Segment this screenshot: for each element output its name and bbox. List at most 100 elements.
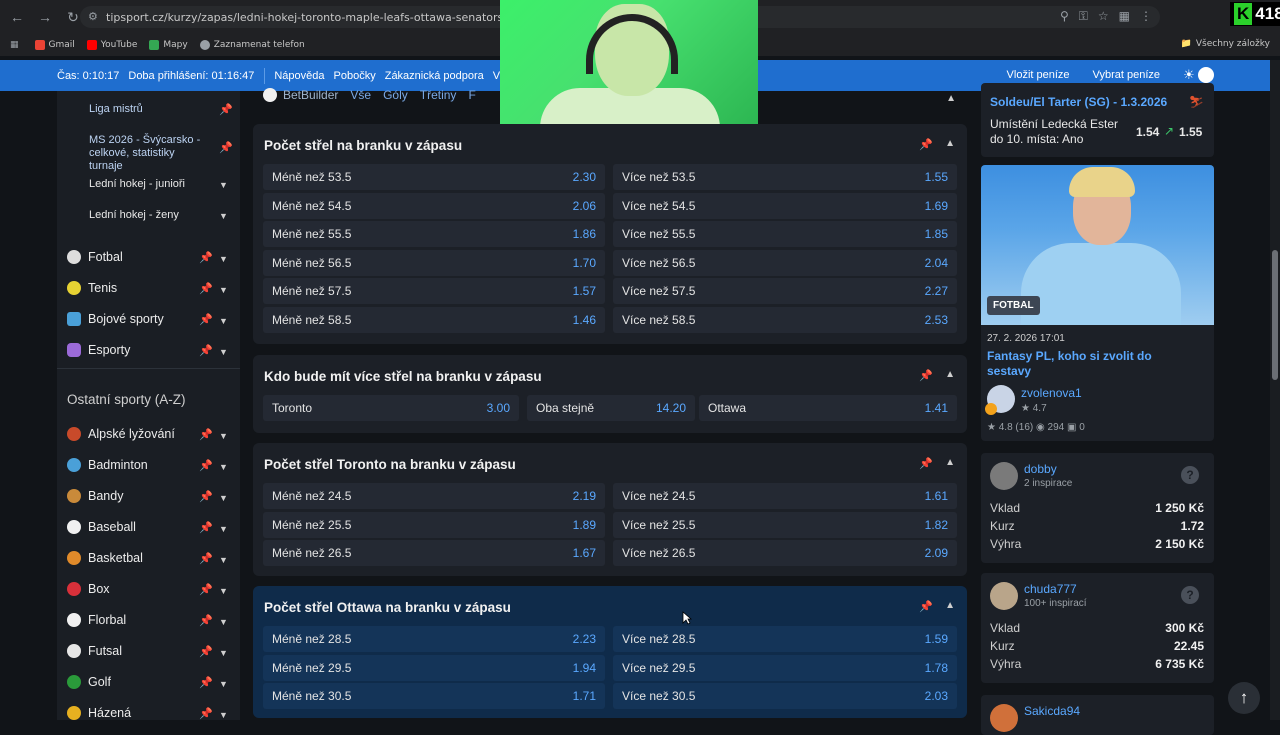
sidebar-item-football[interactable]: Fotbal bbox=[67, 250, 123, 264]
pin-icon[interactable]: 📌 bbox=[199, 676, 213, 689]
pin-icon[interactable]: 📌 bbox=[199, 344, 213, 357]
pin-icon[interactable]: 📌 bbox=[199, 521, 213, 534]
extensions-icon[interactable]: ▦ bbox=[1119, 9, 1130, 24]
chevron-up-icon[interactable]: ▲ bbox=[945, 138, 955, 149]
pin-icon[interactable]: 📌 bbox=[919, 457, 933, 470]
odds-button[interactable]: Méně než 30.5 1.71 bbox=[263, 683, 605, 709]
withdraw-link[interactable]: Vybrat peníze bbox=[1093, 69, 1160, 81]
tipster-card[interactable]: dobby 2 inspirace? Vklad 1 250 Kč Kurz 1.72 Vý… bbox=[981, 453, 1214, 563]
star-icon[interactable]: ☆ bbox=[1098, 9, 1109, 24]
bookmark-youtube[interactable]: YouTube bbox=[86, 40, 137, 50]
pin-icon[interactable]: 📌 bbox=[919, 369, 933, 382]
odds-button[interactable]: Více než 58.5 2.53 bbox=[613, 306, 957, 333]
odds-button[interactable]: Více než 29.5 1.78 bbox=[613, 654, 957, 681]
pin-icon[interactable]: 📌 bbox=[219, 141, 233, 154]
tipster-name[interactable]: Sakicda94 bbox=[1024, 704, 1080, 718]
tipster-card[interactable]: Sakicda94 bbox=[981, 695, 1214, 735]
pin-icon[interactable]: 📌 bbox=[219, 103, 233, 116]
sidebar-item-other-sport[interactable]: Baseball bbox=[67, 520, 136, 534]
apps-icon[interactable]: ▦ bbox=[10, 40, 19, 50]
chevron-down-icon[interactable]: ▼ bbox=[219, 617, 228, 627]
odds-button[interactable]: Více než 56.5 2.04 bbox=[613, 249, 957, 276]
odds-button[interactable]: Méně než 56.5 1.70 bbox=[263, 249, 605, 276]
odds-button[interactable]: Méně než 28.5 2.23 bbox=[263, 626, 605, 652]
odds-button[interactable]: Více než 54.5 1.69 bbox=[613, 192, 957, 219]
tab-goals[interactable]: Góly bbox=[383, 88, 408, 102]
forward-icon[interactable]: → bbox=[34, 6, 56, 28]
odds-button[interactable]: Méně než 29.5 1.94 bbox=[263, 654, 605, 681]
all-bookmarks[interactable]: 📁 Všechny záložky bbox=[1181, 39, 1270, 49]
sidebar-subitem-liga-mistru[interactable]: Liga mistrů bbox=[89, 103, 143, 115]
pin-icon[interactable]: 📌 bbox=[199, 459, 213, 472]
bookmark-gmail[interactable]: Gmail bbox=[34, 40, 75, 50]
sidebar-subitem-ms2026[interactable]: MS 2026 - Švýcarsko - celkové, statistik… bbox=[89, 134, 209, 173]
pin-icon[interactable]: 📌 bbox=[199, 614, 213, 627]
chevron-down-icon[interactable]: ▼ bbox=[219, 180, 228, 190]
theme-toggle[interactable]: ☀ bbox=[1174, 67, 1214, 84]
odds-button[interactable]: Více než 28.5 1.59 bbox=[613, 626, 957, 652]
sidebar-item-other-sport[interactable]: Florbal bbox=[67, 613, 126, 627]
chevron-up-icon[interactable]: ▲ bbox=[946, 93, 956, 104]
scrollbar[interactable] bbox=[1270, 60, 1280, 720]
key-icon[interactable]: ⚿ bbox=[1079, 9, 1088, 24]
pin-icon[interactable]: 📌 bbox=[919, 600, 933, 613]
odds-button[interactable]: Více než 57.5 2.27 bbox=[613, 278, 957, 304]
link-help[interactable]: Nápověda bbox=[274, 70, 324, 82]
chevron-down-icon[interactable]: ▼ bbox=[219, 586, 228, 596]
odds-button[interactable]: Více než 24.5 1.61 bbox=[613, 483, 957, 509]
odds-button[interactable]: Méně než 55.5 1.86 bbox=[263, 221, 605, 247]
zoom-icon[interactable]: ⚲ bbox=[1060, 9, 1069, 24]
odds-button[interactable]: Více než 26.5 2.09 bbox=[613, 540, 957, 566]
sidebar-item-other-sport[interactable]: Házená bbox=[67, 706, 131, 720]
chevron-up-icon[interactable]: ▲ bbox=[945, 600, 955, 611]
pin-icon[interactable]: 📌 bbox=[199, 282, 213, 295]
scroll-to-top-button[interactable]: ↑ bbox=[1228, 682, 1260, 714]
pin-icon[interactable]: 📌 bbox=[919, 138, 933, 151]
odds-button[interactable]: Více než 30.5 2.03 bbox=[613, 683, 957, 709]
market-title[interactable]: Počet střel na branku v zápasu bbox=[264, 138, 462, 153]
chevron-down-icon[interactable]: ▼ bbox=[219, 285, 228, 295]
menu-icon[interactable]: ⋮ bbox=[1140, 9, 1152, 24]
event-title[interactable]: Soldeu/El Tarter (SG) - 1.3.2026 bbox=[990, 95, 1167, 109]
odds-button[interactable]: Méně než 58.5 1.46 bbox=[263, 306, 605, 333]
event-card[interactable]: Soldeu/El Tarter (SG) - 1.3.2026 ⛷ Umíst… bbox=[981, 83, 1214, 157]
sidebar-item-other-sport[interactable]: Alpské lyžování bbox=[67, 427, 175, 441]
chevron-up-icon[interactable]: ▲ bbox=[945, 457, 955, 468]
pin-icon[interactable]: 📌 bbox=[199, 583, 213, 596]
sidebar-item-other-sport[interactable]: Badminton bbox=[67, 458, 148, 472]
author-name[interactable]: zvolenova1 bbox=[1021, 386, 1082, 400]
sidebar-item-esports[interactable]: Esporty bbox=[67, 343, 130, 357]
news-card[interactable]: FOTBAL 27. 2. 2026 17:01 Fantasy PL, koh… bbox=[981, 165, 1214, 441]
chevron-down-icon[interactable]: ▼ bbox=[219, 316, 228, 326]
odds-button[interactable]: Méně než 24.5 2.19 bbox=[263, 483, 605, 509]
odds-button[interactable]: Oba stejně 14.20 bbox=[527, 395, 695, 421]
chevron-down-icon[interactable]: ▼ bbox=[219, 493, 228, 503]
sidebar-subitem-women[interactable]: Lední hokej - ženy bbox=[89, 209, 179, 221]
pin-icon[interactable]: 📌 bbox=[199, 428, 213, 441]
sidebar-item-tennis[interactable]: Tenis bbox=[67, 281, 117, 295]
bookmark-phone[interactable]: Zaznamenat telefon bbox=[199, 40, 305, 50]
sidebar-item-other-sport[interactable]: Basketbal bbox=[67, 551, 143, 565]
back-icon[interactable]: ← bbox=[6, 6, 28, 28]
link-support[interactable]: Zákaznická podpora bbox=[385, 70, 484, 82]
scrollbar-thumb[interactable] bbox=[1272, 250, 1278, 380]
tipster-name[interactable]: dobby bbox=[1024, 462, 1057, 476]
chevron-down-icon[interactable]: ▼ bbox=[219, 555, 228, 565]
help-icon[interactable]: ? bbox=[1181, 466, 1199, 484]
news-title[interactable]: Fantasy PL, koho si zvolit do sestavy bbox=[987, 349, 1177, 379]
odds-button[interactable]: Více než 53.5 1.55 bbox=[613, 164, 957, 190]
chevron-down-icon[interactable]: ▼ bbox=[219, 679, 228, 689]
chevron-down-icon[interactable]: ▼ bbox=[219, 211, 228, 221]
bookmark-mapy[interactable]: Mapy bbox=[149, 40, 188, 50]
odds-button[interactable]: Méně než 26.5 1.67 bbox=[263, 540, 605, 566]
pin-icon[interactable]: 📌 bbox=[199, 552, 213, 565]
pin-icon[interactable]: 📌 bbox=[199, 490, 213, 503]
chevron-down-icon[interactable]: ▼ bbox=[219, 254, 228, 264]
deposit-link[interactable]: Vložit peníze bbox=[1007, 69, 1070, 81]
odds-button[interactable]: Ottawa 1.41 bbox=[699, 395, 957, 421]
sidebar-item-combat[interactable]: Bojové sporty bbox=[67, 312, 164, 326]
market-title[interactable]: Počet střel Ottawa na branku v zápasu bbox=[264, 600, 511, 615]
tab-all[interactable]: Vše bbox=[350, 88, 371, 102]
sidebar-subitem-juniors[interactable]: Lední hokej - junioři bbox=[89, 178, 185, 190]
chevron-down-icon[interactable]: ▼ bbox=[219, 524, 228, 534]
